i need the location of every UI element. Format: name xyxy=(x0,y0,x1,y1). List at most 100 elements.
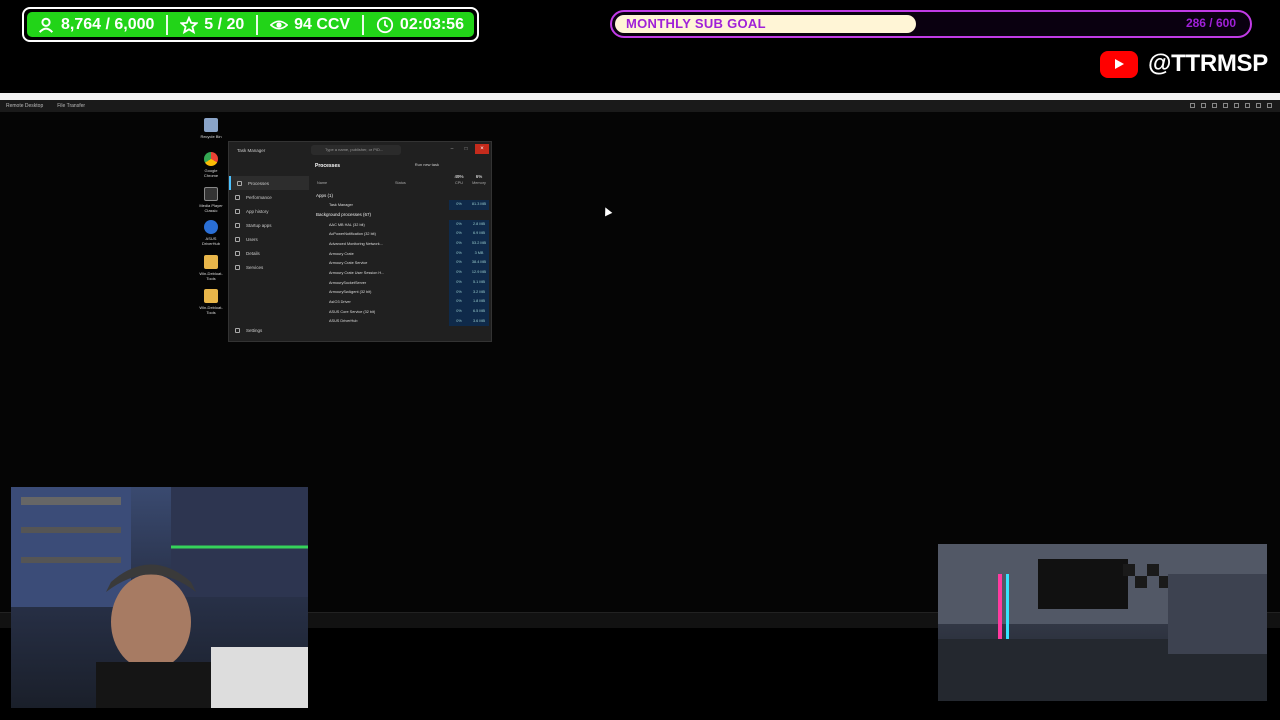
nav-icon xyxy=(235,264,240,270)
process-row[interactable]: ASUS Core Service (32 bit) 0% 6.5 MB xyxy=(315,306,491,317)
stream-stats-bar: 8,764 / 6,000 5 / 20 94 CCV 02:03:56 xyxy=(22,7,479,42)
person-icon xyxy=(38,17,54,33)
desktop-icon-folder[interactable]: Win-Debloat-Tools xyxy=(199,255,223,281)
toolbar-icon[interactable] xyxy=(1223,103,1228,108)
task-manager-nav: Processes Performance App history Startup a… xyxy=(229,158,309,342)
process-row[interactable]: AcPowerNotification (32 bit) 0% 6.9 MB xyxy=(315,229,491,240)
process-name: Armoury Crate xyxy=(329,251,354,256)
followers-stat: 8,764 / 6,000 xyxy=(37,16,154,34)
process-row[interactable]: AsIO3 Driver 0% 1.8 MB xyxy=(315,297,491,307)
followers-count: 8,764 / 6,000 xyxy=(61,15,155,33)
process-row[interactable]: ASUS DriverHub 0% 3.6 MB xyxy=(315,316,491,327)
menu-remote-desktop[interactable]: Remote Desktop xyxy=(6,103,43,109)
process-name: Task Manager xyxy=(329,202,353,207)
process-memory: 2.8 MB xyxy=(469,219,489,230)
viewers-stat: 94 CCV xyxy=(270,16,350,34)
memory-percent: 6% xyxy=(475,174,483,179)
task-manager-title: Task Manager xyxy=(237,147,266,153)
toolbar-icon[interactable] xyxy=(1234,103,1239,108)
stars-stat: 5 / 20 xyxy=(180,15,244,34)
nav-icon xyxy=(235,194,240,200)
process-cpu: 0% xyxy=(449,248,469,259)
minimize-icon[interactable]: – xyxy=(447,144,457,154)
youtube-handle: @TTRMSP xyxy=(1148,50,1268,77)
column-cpu[interactable]: CPU xyxy=(449,181,469,185)
process-memory: 3.6 MB xyxy=(469,316,489,327)
column-memory[interactable]: Memory xyxy=(469,181,489,185)
nav-icon xyxy=(235,208,240,214)
room-camera xyxy=(938,544,1267,701)
gear-icon xyxy=(235,327,240,333)
process-row[interactable]: ArmourySocketServer 0% 5.1 MB xyxy=(315,277,491,288)
recycle-bin-icon xyxy=(204,118,218,132)
toolbar-icon[interactable] xyxy=(1212,103,1217,108)
process-search-input[interactable]: Type a name, publisher, or PID... xyxy=(311,145,401,155)
process-memory: 6.9 MB xyxy=(469,229,489,240)
maximize-icon[interactable]: □ xyxy=(461,144,471,154)
remote-window-titlebar[interactable] xyxy=(0,93,1280,100)
youtube-icon xyxy=(1100,50,1138,78)
nav-item-performance[interactable]: Performance xyxy=(229,190,309,204)
toolbar-icon[interactable] xyxy=(1256,103,1261,108)
process-columns: Name Status 49% CPU 6% Memory xyxy=(315,172,491,190)
toolbar-icon[interactable] xyxy=(1267,103,1272,108)
nav-icon xyxy=(235,236,240,242)
nav-item-processes[interactable]: Processes xyxy=(229,176,309,190)
toolbar-icon[interactable] xyxy=(1245,103,1250,108)
run-new-task-button[interactable]: Run new task xyxy=(415,162,439,167)
nav-item-startup-apps[interactable]: Startup apps xyxy=(229,218,309,232)
monthly-sub-goal: MONTHLY SUB GOAL 286 / 600 xyxy=(610,10,1252,38)
process-row[interactable]: Armoury Crate 0% 3 MB xyxy=(315,248,491,259)
desktop-icon-folder[interactable]: Win-Debloat-Tools xyxy=(199,289,223,315)
process-cpu: 0% xyxy=(449,306,469,317)
eye-icon xyxy=(270,20,289,29)
desktop-icon-media-player[interactable]: Media Player Classic xyxy=(199,187,223,213)
clock-icon xyxy=(376,16,394,33)
nav-item-app-history[interactable]: App history xyxy=(229,204,309,218)
process-cpu: 0% xyxy=(449,200,469,210)
column-status[interactable]: Status xyxy=(395,181,406,185)
desktop-icon-asus-driverhub[interactable]: ASUS DriverHub xyxy=(199,220,223,246)
toolbar-icon[interactable] xyxy=(1190,103,1195,108)
process-name: AsIO3 Driver xyxy=(329,300,351,305)
process-memory: 53.2 MB xyxy=(469,239,489,249)
sub-goal-title: MONTHLY SUB GOAL xyxy=(626,16,766,31)
nav-icon xyxy=(235,222,240,228)
process-row[interactable]: AAC MB HAL (32 bit) 0% 2.8 MB xyxy=(315,219,491,230)
process-cpu: 0% xyxy=(449,316,469,327)
column-name[interactable]: Name xyxy=(317,181,327,185)
process-memory: 3 MB xyxy=(469,248,489,259)
process-name: Advanced Monitoring Network... xyxy=(329,241,383,246)
process-row[interactable]: Task Manager 0% 81.3 MB xyxy=(315,200,491,210)
process-memory: 1.8 MB xyxy=(469,297,489,307)
sub-goal-count: 286 / 600 xyxy=(1185,16,1236,30)
toolbar-icon[interactable] xyxy=(1201,103,1206,108)
viewers-count: 94 CCV xyxy=(294,15,351,33)
process-cpu: 0% xyxy=(449,277,469,288)
nav-settings[interactable]: Settings xyxy=(229,323,309,337)
process-row[interactable]: Advanced Monitoring Network... 0% 53.2 MB xyxy=(315,239,491,249)
process-row[interactable]: Armoury Crate Service 0% 38.4 MB xyxy=(315,258,491,269)
section-title: Processes xyxy=(315,163,341,169)
desktop-icon-recycle-bin[interactable]: Recycle Bin xyxy=(199,118,223,139)
nav-item-details[interactable]: Details xyxy=(229,246,309,260)
process-cpu: 0% xyxy=(449,219,469,230)
process-row[interactable]: Armoury Crate User Session H... 0% 12.9 MB xyxy=(315,268,491,278)
nav-item-users[interactable]: Users xyxy=(229,232,309,246)
process-memory: 38.4 MB xyxy=(469,258,489,269)
process-row[interactable]: ArmourySwAgent (32 bit) 0% 3.2 MB xyxy=(315,287,491,298)
nav-icon xyxy=(237,180,242,186)
apps-group[interactable]: Apps (1) xyxy=(315,190,491,200)
close-icon[interactable]: × xyxy=(475,144,489,154)
desktop-icon-chrome[interactable]: Google Chrome xyxy=(199,152,223,178)
process-cpu: 0% xyxy=(449,297,469,307)
process-cpu: 0% xyxy=(449,287,469,298)
divider xyxy=(362,14,365,35)
remote-toolbar xyxy=(1190,103,1272,108)
task-manager-window[interactable]: Task Manager Type a name, publisher, or … xyxy=(228,141,492,342)
process-name: ArmourySocketServer xyxy=(329,280,367,285)
task-manager-titlebar[interactable]: Task Manager Type a name, publisher, or … xyxy=(229,142,491,158)
background-group[interactable]: Background processes (67) xyxy=(315,210,491,220)
menu-file-transfer[interactable]: File Transfer xyxy=(57,103,85,109)
nav-item-services[interactable]: Services xyxy=(229,260,309,274)
